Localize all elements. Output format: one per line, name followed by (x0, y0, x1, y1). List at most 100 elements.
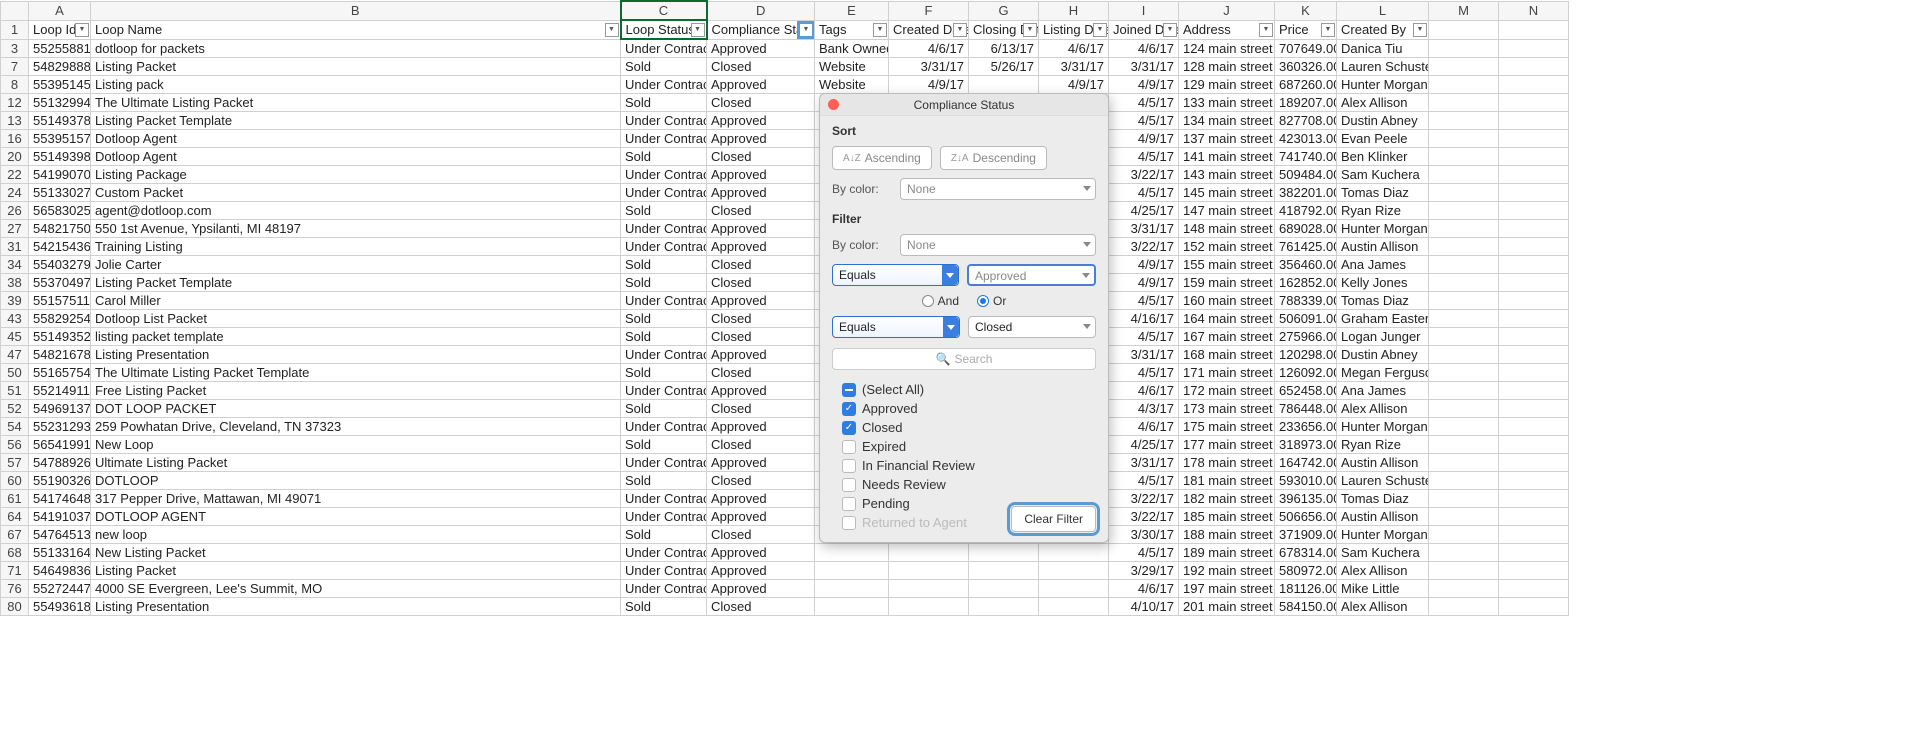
cell-B54[interactable]: 259 Powhatan Drive, Cleveland, TN 37323 (91, 418, 621, 436)
cell-J52[interactable]: 173 main street (1179, 400, 1275, 418)
cell-C34[interactable]: Sold (621, 256, 707, 274)
cell-I47[interactable]: 3/31/17 (1109, 346, 1179, 364)
cell-D31[interactable]: Approved (707, 238, 815, 256)
cell-M61[interactable] (1429, 490, 1499, 508)
cell-G8[interactable] (969, 76, 1039, 94)
cell-J12[interactable]: 133 main street (1179, 94, 1275, 112)
cell-B56[interactable]: New Loop (91, 436, 621, 454)
cell-C60[interactable]: Sold (621, 472, 707, 490)
cell-N64[interactable] (1499, 508, 1569, 526)
cell-L12[interactable]: Alex Allison (1337, 94, 1429, 112)
cell-B52[interactable]: DOT LOOP PACKET (91, 400, 621, 418)
cell-A47[interactable]: 54821678 (29, 346, 91, 364)
cell-D52[interactable]: Closed (707, 400, 815, 418)
cell-I3[interactable]: 4/6/17 (1109, 39, 1179, 58)
col-letter-C[interactable]: C (621, 1, 707, 20)
cell-D34[interactable]: Closed (707, 256, 815, 274)
cell-K67[interactable]: 371909.00 (1275, 526, 1337, 544)
cell-E76[interactable] (815, 580, 889, 598)
cell-J20[interactable]: 141 main street (1179, 148, 1275, 166)
cell-B34[interactable]: Jolie Carter (91, 256, 621, 274)
cell-M51[interactable] (1429, 382, 1499, 400)
cell-I56[interactable]: 4/25/17 (1109, 436, 1179, 454)
row-header-68[interactable]: 68 (1, 544, 29, 562)
cell-N38[interactable] (1499, 274, 1569, 292)
cell-N7[interactable] (1499, 58, 1569, 76)
cell-H80[interactable] (1039, 598, 1109, 616)
cell-J56[interactable]: 177 main street (1179, 436, 1275, 454)
cell-I38[interactable]: 4/9/17 (1109, 274, 1179, 292)
filter-icon-I[interactable] (1163, 23, 1177, 37)
filter-option[interactable]: Closed (842, 418, 1086, 437)
cell-C31[interactable]: Under Contract (621, 238, 707, 256)
cell-L71[interactable]: Alex Allison (1337, 562, 1429, 580)
cell-E71[interactable] (815, 562, 889, 580)
cell-J3[interactable]: 124 main street (1179, 39, 1275, 58)
cell-M76[interactable] (1429, 580, 1499, 598)
cell-I57[interactable]: 3/31/17 (1109, 454, 1179, 472)
cell-A12[interactable]: 55132994 (29, 94, 91, 112)
cell-A67[interactable]: 54764513 (29, 526, 91, 544)
cell-J80[interactable]: 201 main street (1179, 598, 1275, 616)
row-header-27[interactable]: 27 (1, 220, 29, 238)
cell-J47[interactable]: 168 main street (1179, 346, 1275, 364)
cell-C57[interactable]: Under Contract (621, 454, 707, 472)
row-header-47[interactable]: 47 (1, 346, 29, 364)
cell-K51[interactable]: 652458.00 (1275, 382, 1337, 400)
cell-J34[interactable]: 155 main street (1179, 256, 1275, 274)
filter-icon-G[interactable] (1023, 23, 1037, 37)
cell-B45[interactable]: listing packet template (91, 328, 621, 346)
cell-K45[interactable]: 275966.00 (1275, 328, 1337, 346)
cell-M57[interactable] (1429, 454, 1499, 472)
row-header-50[interactable]: 50 (1, 364, 29, 382)
cell-G68[interactable] (969, 544, 1039, 562)
cell-E3[interactable]: Bank Owned (815, 39, 889, 58)
cell-D38[interactable]: Closed (707, 274, 815, 292)
cell-D50[interactable]: Closed (707, 364, 815, 382)
cell-B16[interactable]: Dotloop Agent (91, 130, 621, 148)
cell-C54[interactable]: Under Contract (621, 418, 707, 436)
cell-A76[interactable]: 55272447 (29, 580, 91, 598)
row-header-39[interactable]: 39 (1, 292, 29, 310)
cell-A3[interactable]: 55255881 (29, 39, 91, 58)
cell-K47[interactable]: 120298.00 (1275, 346, 1337, 364)
cell-D13[interactable]: Approved (707, 112, 815, 130)
close-icon[interactable] (828, 99, 839, 110)
cell-J68[interactable]: 189 main street (1179, 544, 1275, 562)
row-header-24[interactable]: 24 (1, 184, 29, 202)
cell-D64[interactable]: Approved (707, 508, 815, 526)
header-M[interactable] (1429, 20, 1499, 39)
cell-B68[interactable]: New Listing Packet (91, 544, 621, 562)
cell-L20[interactable]: Ben Klinker (1337, 148, 1429, 166)
cell-N34[interactable] (1499, 256, 1569, 274)
row-header-56[interactable]: 56 (1, 436, 29, 454)
cell-D27[interactable]: Approved (707, 220, 815, 238)
cell-M20[interactable] (1429, 148, 1499, 166)
cell-C39[interactable]: Under Contract (621, 292, 707, 310)
row-header-13[interactable]: 13 (1, 112, 29, 130)
cell-K71[interactable]: 580972.00 (1275, 562, 1337, 580)
cell-L8[interactable]: Hunter Morgan (1337, 76, 1429, 94)
row-header-57[interactable]: 57 (1, 454, 29, 472)
cell-A50[interactable]: 55165754 (29, 364, 91, 382)
col-letter-G[interactable]: G (969, 1, 1039, 20)
and-radio[interactable]: And (922, 294, 959, 308)
cell-C52[interactable]: Sold (621, 400, 707, 418)
cell-K38[interactable]: 162852.00 (1275, 274, 1337, 292)
cell-F3[interactable]: 4/6/17 (889, 39, 969, 58)
cell-B13[interactable]: Listing Packet Template (91, 112, 621, 130)
cell-L52[interactable]: Alex Allison (1337, 400, 1429, 418)
row-header-54[interactable]: 54 (1, 418, 29, 436)
row-header-43[interactable]: 43 (1, 310, 29, 328)
cell-H71[interactable] (1039, 562, 1109, 580)
cell-B22[interactable]: Listing Package (91, 166, 621, 184)
cell-D16[interactable]: Approved (707, 130, 815, 148)
cell-I22[interactable]: 3/22/17 (1109, 166, 1179, 184)
cell-A24[interactable]: 55133027 (29, 184, 91, 202)
cell-L68[interactable]: Sam Kuchera (1337, 544, 1429, 562)
filter-icon-B[interactable] (605, 23, 619, 37)
cell-I43[interactable]: 4/16/17 (1109, 310, 1179, 328)
cell-K76[interactable]: 181126.00 (1275, 580, 1337, 598)
cell-G80[interactable] (969, 598, 1039, 616)
filter-icon-E[interactable] (873, 23, 887, 37)
